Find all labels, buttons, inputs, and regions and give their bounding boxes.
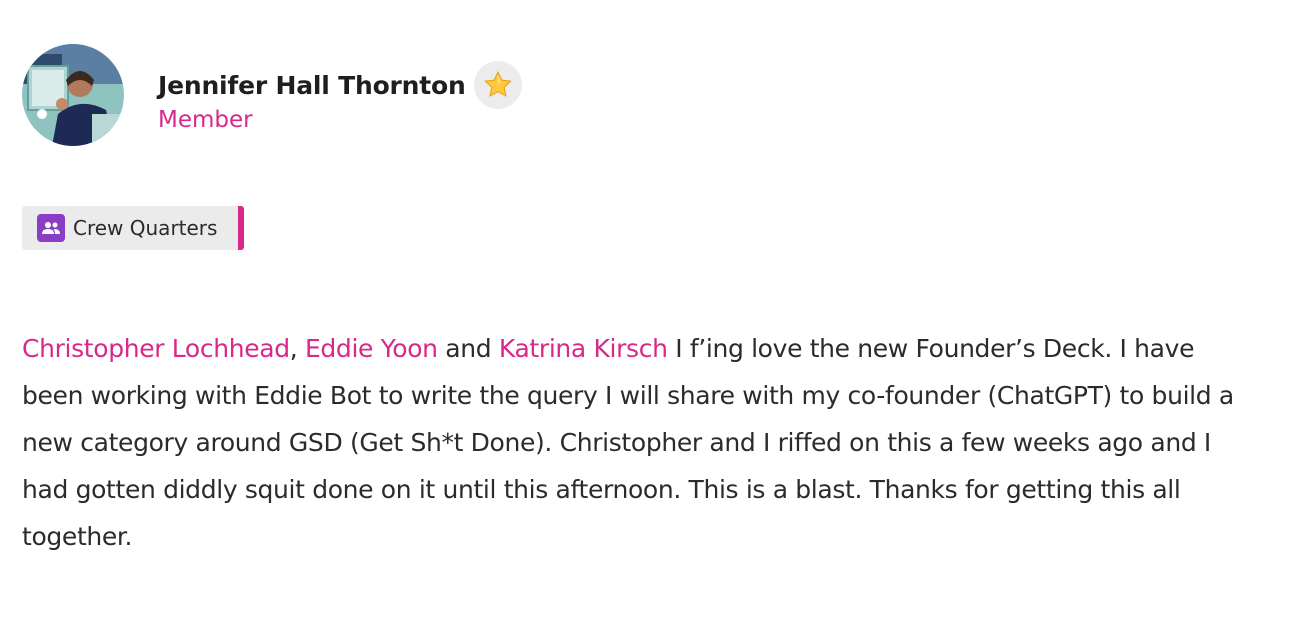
author-header: Jennifer Hall Thornton Member <box>22 44 522 146</box>
star-icon <box>484 71 511 97</box>
author-name-line: Jennifer Hall Thornton <box>158 61 522 109</box>
space-chip-crew-quarters[interactable]: Crew Quarters <box>22 206 244 250</box>
author-avatar[interactable] <box>22 44 124 146</box>
mention-eddie-yoon[interactable]: Eddie Yoon <box>305 334 438 363</box>
avatar-photo-icon <box>22 44 124 146</box>
post-card: Jennifer Hall Thornton Member Crew Quart… <box>0 0 1308 622</box>
mention-separator-and: and <box>437 334 499 363</box>
post-text: I f’ing love the new Founder’s Deck. I h… <box>22 334 1234 551</box>
author-name[interactable]: Jennifer Hall Thornton <box>158 71 466 100</box>
author-role: Member <box>158 107 253 133</box>
mention-katrina-kirsch[interactable]: Katrina Kirsch <box>499 334 668 363</box>
space-chip-label: Crew Quarters <box>73 216 218 240</box>
group-icon <box>37 214 65 242</box>
author-info: Jennifer Hall Thornton Member <box>158 61 522 133</box>
post-body: Christopher Lochhead, Eddie Yoon and Kat… <box>22 325 1262 560</box>
mention-separator-comma: , <box>289 334 305 363</box>
star-badge <box>473 61 522 109</box>
mention-christopher-lochhead[interactable]: Christopher Lochhead <box>22 334 290 363</box>
